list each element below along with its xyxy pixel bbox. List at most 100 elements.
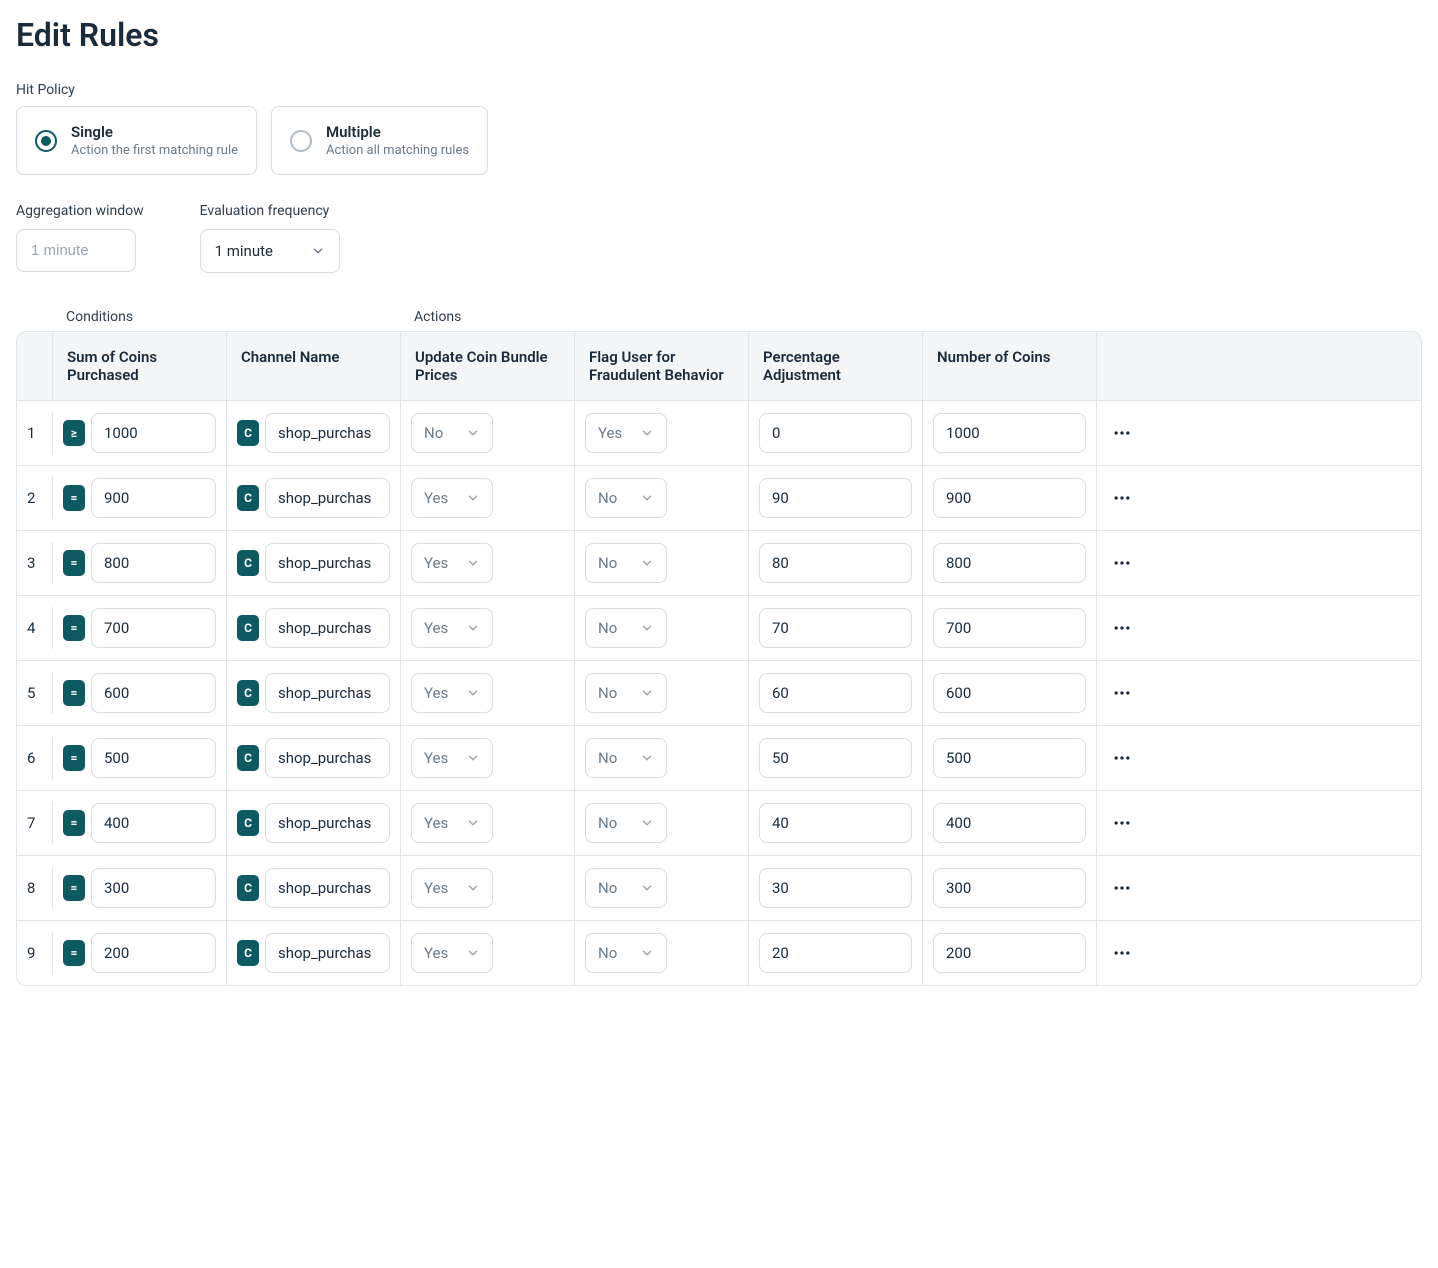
flag-user-select[interactable]: No — [585, 803, 667, 843]
flag-user-select[interactable]: No — [585, 738, 667, 778]
sum-of-coins-input[interactable]: 800 — [91, 543, 216, 583]
sum-of-coins-input[interactable]: 300 — [91, 868, 216, 908]
row-actions-button[interactable] — [1106, 482, 1138, 514]
operator-badge[interactable]: C — [237, 615, 259, 641]
operator-badge[interactable]: = — [63, 550, 85, 576]
flag-user-select[interactable]: No — [585, 543, 667, 583]
operator-badge[interactable]: = — [63, 745, 85, 771]
select-value: No — [598, 879, 617, 897]
row-actions-button[interactable] — [1106, 937, 1138, 969]
row-actions-button[interactable] — [1106, 417, 1138, 449]
channel-name-input[interactable]: shop_purchas — [265, 868, 390, 908]
number-of-coins-input[interactable]: 300 — [933, 868, 1086, 908]
number-of-coins-input[interactable]: 800 — [933, 543, 1086, 583]
flag-user-select[interactable]: No — [585, 608, 667, 648]
percentage-adjustment-input[interactable]: 70 — [759, 608, 912, 648]
hit-policy-single[interactable]: Single Action the first matching rule — [16, 106, 257, 175]
row-actions-button[interactable] — [1106, 612, 1138, 644]
number-of-coins-input[interactable]: 500 — [933, 738, 1086, 778]
channel-name-input[interactable]: shop_purchas — [265, 608, 390, 648]
channel-name-input[interactable]: shop_purchas — [265, 803, 390, 843]
operator-badge[interactable]: ≥ — [63, 420, 85, 446]
operator-badge[interactable]: C — [237, 420, 259, 446]
flag-user-select[interactable]: No — [585, 673, 667, 713]
number-of-coins-input[interactable]: 700 — [933, 608, 1086, 648]
evaluation-frequency-select[interactable]: 1 minute — [200, 229, 340, 273]
update-prices-select[interactable]: Yes — [411, 933, 493, 973]
operator-badge[interactable]: = — [63, 810, 85, 836]
percentage-adjustment-input[interactable]: 30 — [759, 868, 912, 908]
number-of-coins-input[interactable]: 900 — [933, 478, 1086, 518]
row-actions-button[interactable] — [1106, 742, 1138, 774]
number-of-coins-input[interactable]: 600 — [933, 673, 1086, 713]
flag-user-select[interactable]: No — [585, 478, 667, 518]
flag-user-select[interactable]: No — [585, 868, 667, 908]
update-prices-select[interactable]: No — [411, 413, 493, 453]
sum-of-coins-input[interactable]: 600 — [91, 673, 216, 713]
operator-badge[interactable]: C — [237, 680, 259, 706]
operator-badge[interactable]: C — [237, 810, 259, 836]
operator-badge[interactable]: = — [63, 875, 85, 901]
col-flag-user: Flag User for Fraudulent Behavior — [575, 332, 749, 400]
operator-badge[interactable]: = — [63, 680, 85, 706]
chevron-down-icon — [640, 946, 654, 960]
channel-name-input[interactable]: shop_purchas — [265, 413, 390, 453]
update-prices-select[interactable]: Yes — [411, 673, 493, 713]
col-update-prices: Update Coin Bundle Prices — [401, 332, 575, 400]
aggregation-window-input[interactable] — [16, 229, 136, 272]
operator-badge[interactable]: C — [237, 550, 259, 576]
channel-name-input[interactable]: shop_purchas — [265, 933, 390, 973]
channel-name-input[interactable]: shop_purchas — [265, 738, 390, 778]
hit-policy-multiple[interactable]: Multiple Action all matching rules — [271, 106, 488, 175]
sum-of-coins-input[interactable]: 400 — [91, 803, 216, 843]
sum-of-coins-input[interactable]: 200 — [91, 933, 216, 973]
more-horizontal-icon — [1112, 878, 1132, 898]
sum-of-coins-input[interactable]: 900 — [91, 478, 216, 518]
update-prices-select[interactable]: Yes — [411, 738, 493, 778]
row-actions-button[interactable] — [1106, 807, 1138, 839]
percentage-adjustment-input[interactable]: 20 — [759, 933, 912, 973]
operator-badge[interactable]: C — [237, 940, 259, 966]
operator-badge[interactable]: = — [63, 615, 85, 641]
hit-policy-option-desc: Action all matching rules — [326, 143, 469, 158]
percentage-adjustment-input[interactable]: 60 — [759, 673, 912, 713]
operator-badge[interactable]: = — [63, 940, 85, 966]
channel-name-input[interactable]: shop_purchas — [265, 673, 390, 713]
select-value: Yes — [424, 749, 448, 767]
percentage-adjustment-input[interactable]: 80 — [759, 543, 912, 583]
sum-of-coins-input[interactable]: 500 — [91, 738, 216, 778]
update-prices-select[interactable]: Yes — [411, 803, 493, 843]
update-prices-select[interactable]: Yes — [411, 543, 493, 583]
sum-of-coins-input[interactable]: 700 — [91, 608, 216, 648]
operator-badge[interactable]: C — [237, 485, 259, 511]
number-of-coins-input[interactable]: 200 — [933, 933, 1086, 973]
sum-of-coins-input[interactable]: 1000 — [91, 413, 216, 453]
percentage-adjustment-input[interactable]: 90 — [759, 478, 912, 518]
percentage-adjustment-input[interactable]: 40 — [759, 803, 912, 843]
more-horizontal-icon — [1112, 553, 1132, 573]
flag-user-select[interactable]: No — [585, 933, 667, 973]
operator-badge[interactable]: C — [237, 745, 259, 771]
more-horizontal-icon — [1112, 423, 1132, 443]
channel-name-input[interactable]: shop_purchas — [265, 478, 390, 518]
chevron-down-icon — [466, 751, 480, 765]
update-prices-select[interactable]: Yes — [411, 868, 493, 908]
update-prices-select[interactable]: Yes — [411, 608, 493, 648]
percentage-adjustment-input[interactable]: 50 — [759, 738, 912, 778]
row-actions-button[interactable] — [1106, 872, 1138, 904]
number-of-coins-input[interactable]: 1000 — [933, 413, 1086, 453]
operator-badge[interactable]: = — [63, 485, 85, 511]
operator-badge[interactable]: C — [237, 875, 259, 901]
percentage-adjustment-input[interactable]: 0 — [759, 413, 912, 453]
col-channel-name: Channel Name — [227, 332, 401, 400]
table-row: 2=900Cshop_purchasYesNo90900 — [17, 466, 1421, 531]
table-row: 9=200Cshop_purchasYesNo20200 — [17, 921, 1421, 985]
update-prices-select[interactable]: Yes — [411, 478, 493, 518]
row-actions-button[interactable] — [1106, 677, 1138, 709]
table-row: 1≥1000Cshop_purchasNoYes01000 — [17, 401, 1421, 466]
number-of-coins-input[interactable]: 400 — [933, 803, 1086, 843]
row-actions-button[interactable] — [1106, 547, 1138, 579]
radio-icon — [35, 130, 57, 152]
channel-name-input[interactable]: shop_purchas — [265, 543, 390, 583]
flag-user-select[interactable]: Yes — [585, 413, 667, 453]
